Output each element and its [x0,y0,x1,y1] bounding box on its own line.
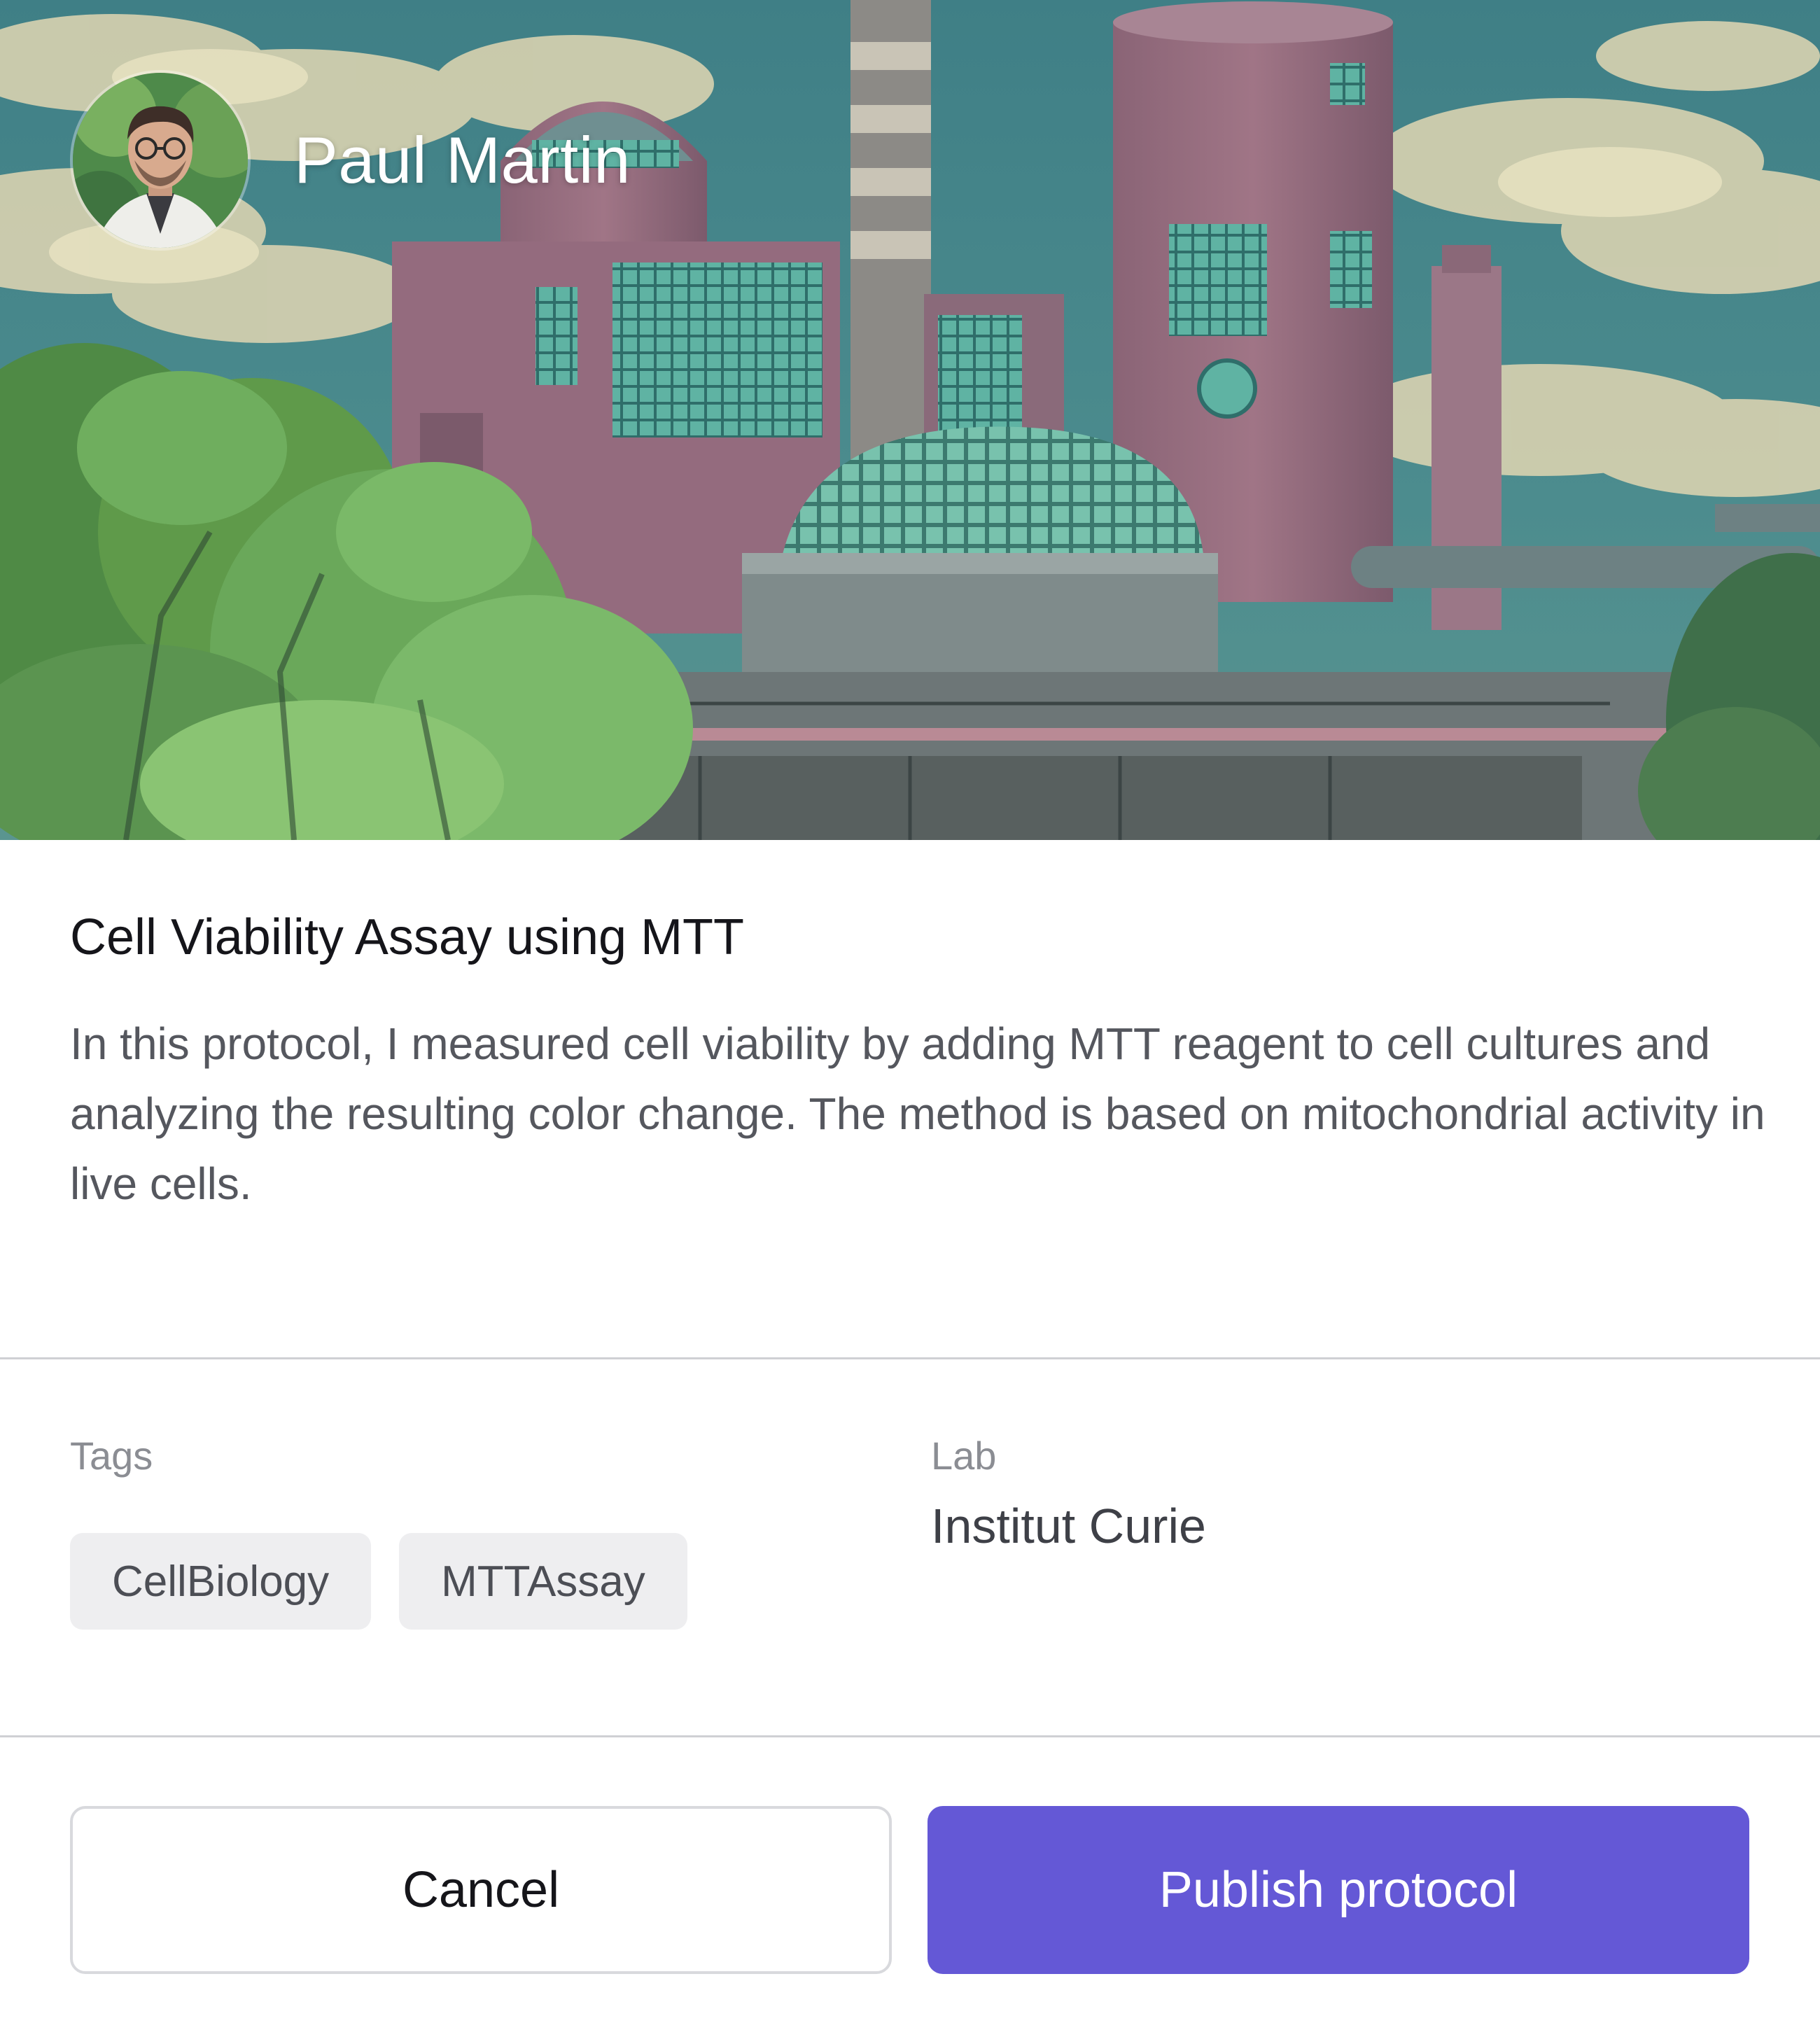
lab-value: Institut Curie [931,1499,1206,1553]
tags-section: Tags CellBiology MTTAssay [70,1428,715,1630]
author-name[interactable]: Paul Martin [294,122,631,198]
tag-list: CellBiology MTTAssay [70,1533,715,1630]
tag-chip[interactable]: CellBiology [70,1533,372,1630]
author: Paul Martin [70,70,631,251]
divider [0,1735,1820,1737]
protocol-description: In this protocol, I measured cell viabil… [70,1018,1765,1210]
lab-label: Lab [931,1434,997,1478]
cancel-button[interactable]: Cancel [70,1806,892,1974]
cover-image: Paul Martin [0,0,1820,840]
publish-protocol-button[interactable]: Publish protocol [927,1806,1749,1974]
protocol-title: Cell Viability Assay using MTT [70,909,744,965]
avatar[interactable] [70,70,251,251]
tags-label: Tags [70,1434,153,1478]
publish-protocol-card: Paul Martin Cell Viability Assay using M… [0,0,1820,2044]
lab-section: Lab Institut Curie [931,1428,1206,1554]
protocol-details: Cell Viability Assay using MTT In this p… [70,909,1765,1219]
tag-chip[interactable]: MTTAssay [399,1533,687,1630]
divider [0,1357,1820,1359]
